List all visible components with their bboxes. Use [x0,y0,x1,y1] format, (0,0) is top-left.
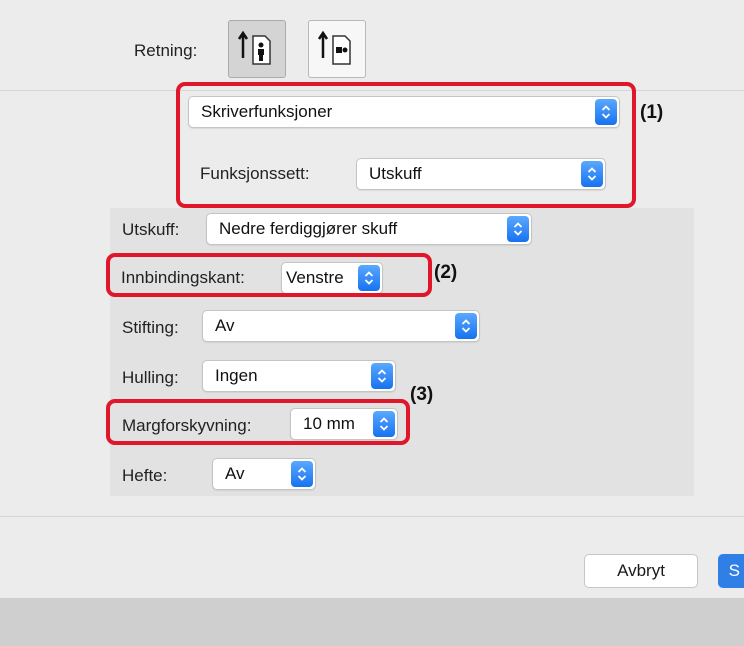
cancel-button[interactable]: Avbryt [584,554,698,588]
utskuff-value: Nedre ferdiggjører skuff [219,219,398,238]
hulling-select[interactable]: Ingen [202,360,396,392]
utskuff-select[interactable]: Nedre ferdiggjører skuff [206,213,532,245]
settings-panel [110,208,694,496]
callout-1: (1) [640,102,664,123]
portrait-orientation-icon [237,30,271,65]
orientation-label: Retning: [134,41,198,60]
landscape-orientation-button[interactable] [308,20,366,78]
hulling-label: Hulling: [122,368,179,387]
stifting-value: Av [215,316,235,335]
stifting-select[interactable]: Av [202,310,480,342]
portrait-orientation-button[interactable] [228,20,286,78]
stifting-stepper-icon [455,313,477,339]
hefte-value: Av [225,464,245,483]
stifting-label: Stifting: [122,318,179,337]
landscape-orientation-icon [317,30,351,65]
hefte-label: Hefte: [122,466,168,485]
callout-3: (3) [410,384,434,405]
save-button[interactable]: S [718,554,744,588]
utskuff-label: Utskuff: [122,220,180,239]
highlight-box-3 [106,399,410,445]
bottom-divider [0,516,744,517]
hulling-stepper-icon [371,363,393,389]
utskuff-stepper-icon [507,216,529,242]
hefte-select[interactable]: Av [212,458,316,490]
bottom-bar [0,598,744,646]
callout-2: (2) [434,262,458,283]
highlight-box-1 [176,82,636,208]
highlight-box-2 [106,253,432,297]
hefte-stepper-icon [291,461,313,487]
hulling-value: Ingen [215,366,258,385]
